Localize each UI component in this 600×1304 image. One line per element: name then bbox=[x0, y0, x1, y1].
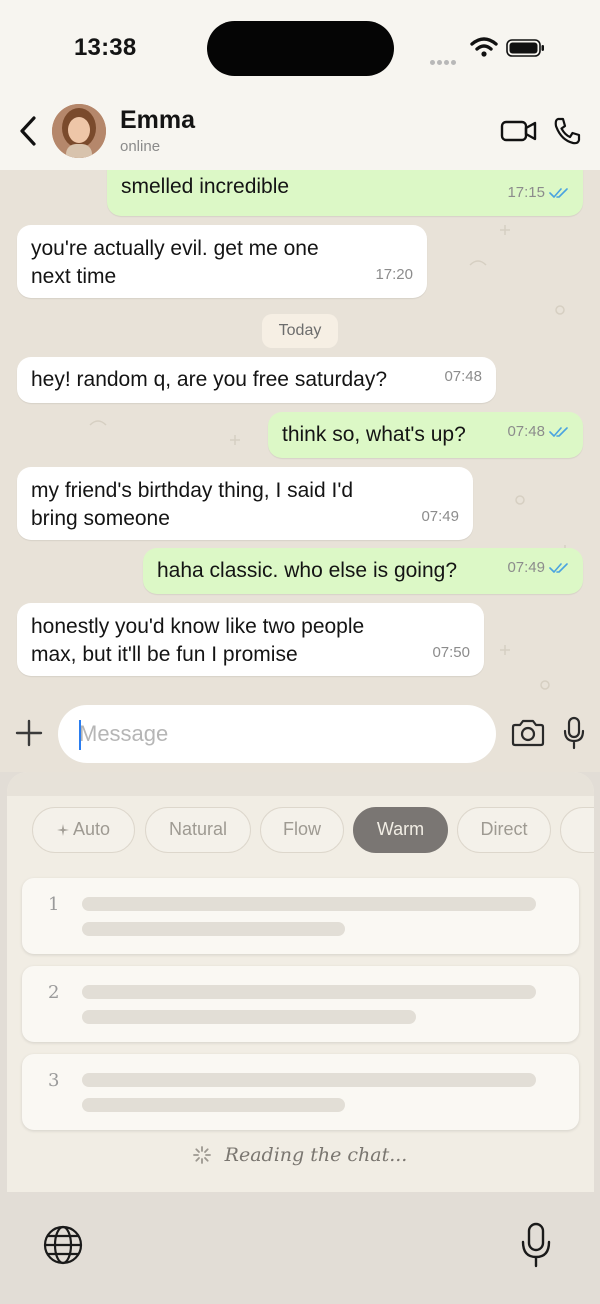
tone-chip-label: Flow bbox=[282, 819, 321, 839]
chat-area[interactable]: smelled incredible 17:15 you're actually… bbox=[0, 170, 600, 700]
message-meta: 07:50 bbox=[432, 639, 470, 667]
message-text-line: bring someone bbox=[31, 507, 170, 530]
message-time: 17:20 bbox=[375, 266, 413, 283]
plus-icon[interactable] bbox=[14, 718, 44, 748]
suggestion-card[interactable]: 2 bbox=[22, 966, 579, 1042]
tone-selector: Auto Natural Flow Warm Direct bbox=[24, 807, 594, 853]
tone-chip-more[interactable] bbox=[560, 807, 594, 853]
message-text: smelled incredible bbox=[121, 175, 290, 198]
message-time: 07:48 bbox=[444, 368, 482, 385]
message-text-line: you're actually evil. get me one bbox=[31, 237, 319, 260]
message-meta: 07:49 bbox=[421, 503, 459, 531]
message-meta: 17:15 bbox=[507, 179, 569, 207]
tone-chip-warm[interactable]: Warm bbox=[353, 807, 448, 853]
tone-chip-direct[interactable]: Direct bbox=[457, 807, 551, 853]
message-text-line: next time bbox=[31, 265, 117, 288]
loading-placeholder bbox=[82, 897, 536, 911]
double-check-icon bbox=[549, 563, 568, 573]
message-text-line: my friend's birthday thing, I said I'd bbox=[31, 479, 354, 502]
message-time: 17:15 bbox=[507, 184, 545, 201]
back-chevron-icon[interactable] bbox=[14, 114, 42, 148]
message-text: think so, what's up? bbox=[282, 423, 466, 446]
message-meta: 07:49 bbox=[507, 554, 569, 582]
text-caret bbox=[79, 720, 81, 750]
date-separator: Today bbox=[262, 314, 338, 348]
spinner-icon bbox=[192, 1146, 211, 1164]
message-time: 07:48 bbox=[507, 423, 545, 440]
wifi-icon bbox=[470, 37, 498, 57]
loading-placeholder bbox=[82, 922, 345, 936]
loading-placeholder bbox=[82, 1098, 345, 1112]
dictation-microphone-icon[interactable] bbox=[521, 1222, 551, 1268]
message-bubble-incoming[interactable]: you're actually evil. get me one next ti… bbox=[17, 225, 427, 298]
avatar[interactable] bbox=[52, 104, 106, 158]
dynamic-island bbox=[207, 21, 394, 76]
message-time: 07:49 bbox=[507, 559, 545, 576]
status-time: 13:38 bbox=[74, 34, 137, 61]
loading-placeholder bbox=[82, 1010, 416, 1024]
battery-icon bbox=[506, 39, 544, 57]
message-text-line: max, but it'll be fun I promise bbox=[31, 643, 298, 666]
composer-bar bbox=[0, 700, 600, 772]
message-bubble-outgoing[interactable]: haha classic. who else is going? 07:49 bbox=[143, 548, 583, 594]
message-bubble-incoming[interactable]: honestly you'd know like two people max,… bbox=[17, 603, 484, 676]
message-meta: 07:48 bbox=[507, 418, 569, 446]
signal-icon bbox=[430, 52, 460, 65]
message-bubble-outgoing[interactable]: smelled incredible 17:15 bbox=[107, 170, 583, 216]
message-bubble-incoming[interactable]: my friend's birthday thing, I said I'd b… bbox=[17, 467, 473, 540]
suggestion-number: 3 bbox=[48, 1070, 60, 1091]
contact-name[interactable]: Emma bbox=[120, 106, 195, 135]
message-input[interactable] bbox=[58, 705, 496, 763]
double-check-icon bbox=[549, 427, 568, 437]
message-time: 07:50 bbox=[432, 644, 470, 661]
suggestion-number: 1 bbox=[48, 894, 60, 915]
camera-icon[interactable] bbox=[510, 718, 546, 748]
message-meta: 07:48 bbox=[444, 363, 482, 391]
loading-placeholder bbox=[82, 1073, 536, 1087]
tone-chip-label: Warm bbox=[376, 819, 425, 839]
loading-placeholder bbox=[82, 985, 536, 999]
panel-header-strip bbox=[7, 772, 594, 796]
message-bubble-incoming[interactable]: hey! random q, are you free saturday? 07… bbox=[17, 357, 496, 403]
message-text: haha classic. who else is going? bbox=[157, 559, 458, 582]
tone-chip-natural[interactable]: Natural bbox=[145, 807, 251, 853]
microphone-icon[interactable] bbox=[563, 716, 585, 750]
suggestion-number: 2 bbox=[48, 982, 60, 1003]
tone-chip-auto[interactable]: Auto bbox=[32, 807, 135, 853]
phone-call-icon[interactable] bbox=[552, 116, 582, 146]
tone-chip-label: Natural bbox=[168, 819, 228, 839]
top-bar: 13:38 Emma online bbox=[0, 0, 600, 170]
loading-status: Reading the chat... bbox=[0, 1144, 600, 1166]
globe-icon[interactable] bbox=[42, 1224, 84, 1266]
message-time: 07:49 bbox=[421, 508, 459, 525]
keyboard-area: Auto Natural Flow Warm Direct 1 2 3 Read… bbox=[0, 772, 600, 1304]
message-text: hey! random q, are you free saturday? bbox=[31, 368, 388, 391]
video-call-icon[interactable] bbox=[500, 116, 538, 146]
suggestion-card[interactable]: 3 bbox=[22, 1054, 579, 1130]
suggestion-card[interactable]: 1 bbox=[22, 878, 579, 954]
double-check-icon bbox=[549, 188, 568, 198]
sparkle-icon bbox=[56, 824, 69, 836]
message-text-line: honestly you'd know like two people bbox=[31, 615, 365, 638]
message-bubble-outgoing[interactable]: think so, what's up? 07:48 bbox=[268, 412, 583, 458]
tone-chip-flow[interactable]: Flow bbox=[260, 807, 344, 853]
contact-status: online bbox=[120, 138, 161, 155]
message-meta: 17:20 bbox=[375, 261, 413, 289]
tone-chip-label: Auto bbox=[72, 819, 111, 839]
tone-chip-label: Direct bbox=[480, 819, 528, 839]
loading-text: Reading the chat... bbox=[224, 1144, 408, 1166]
